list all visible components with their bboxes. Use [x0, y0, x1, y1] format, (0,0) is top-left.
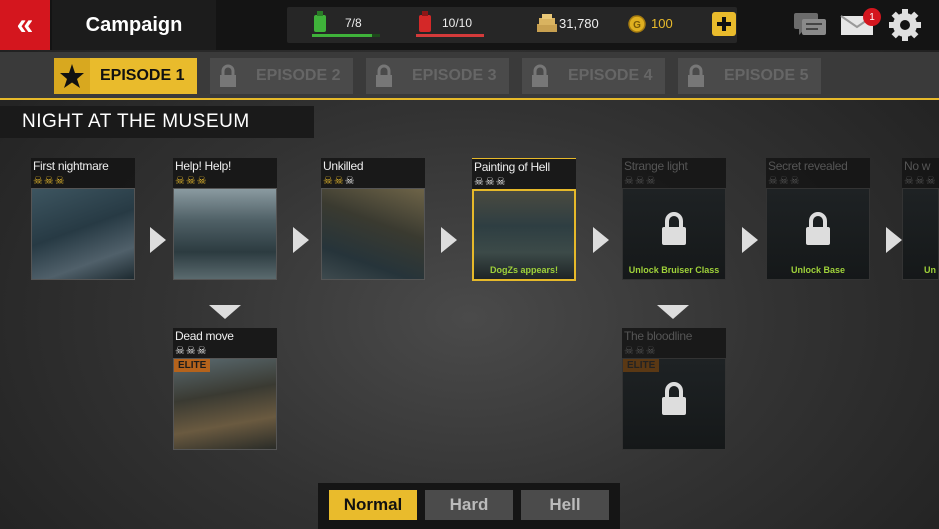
lock-icon: [662, 211, 686, 245]
path-arrow-right-icon: [441, 227, 457, 253]
skull-rating: ☠☠☠: [175, 345, 208, 357]
mission-thumbnail: [31, 188, 135, 280]
green-fuel-bar: [312, 34, 380, 37]
skull-rating: ☠☠☠: [323, 175, 356, 187]
cash-icon: [537, 14, 557, 32]
mission-card-help-help[interactable]: Help! Help! ☠☠☠: [173, 158, 277, 282]
mission-thumbnail: [321, 188, 425, 280]
red-fuel-count: 10/10: [442, 16, 473, 30]
path-arrow-right-icon: [742, 227, 758, 253]
lock-icon: [662, 381, 686, 415]
path-arrow-right-icon: [150, 227, 166, 253]
mail-badge: 1: [863, 8, 881, 26]
mission-card-dead-move[interactable]: Dead move ☠☠☠ ELITE: [173, 328, 277, 452]
gold-coin-icon: G: [628, 15, 646, 33]
mission-thumbnail: Un: [902, 188, 939, 280]
green-fuel-can-icon: [314, 11, 326, 32]
elite-badge: ELITE: [174, 359, 211, 372]
mission-card-the-bloodline[interactable]: The bloodline ☠☠☠ ELITE: [622, 328, 726, 452]
star-icon: [54, 58, 90, 94]
mission-card-secret-revealed[interactable]: Secret revealed ☠☠☠ Unlock Base: [766, 158, 870, 282]
tab-episode-2[interactable]: EPISODE 2: [210, 58, 353, 94]
lock-icon: [806, 211, 830, 245]
chapter-title: NIGHT AT THE MUSEUM: [0, 106, 314, 138]
lock-icon: [210, 58, 246, 94]
difficulty-normal-button[interactable]: Normal: [329, 490, 417, 520]
path-arrow-right-icon: [886, 227, 902, 253]
cash-amount: 31,780: [559, 16, 599, 31]
tab-episode-4[interactable]: EPISODE 4: [522, 58, 665, 94]
red-fuel-bar: [416, 34, 484, 37]
gear-icon[interactable]: [888, 8, 922, 42]
mission-thumbnail: Unlock Base: [766, 188, 870, 280]
chat-icon[interactable]: [793, 11, 827, 39]
mission-thumbnail: [173, 188, 277, 280]
mission-thumbnail: ELITE: [173, 358, 277, 450]
add-currency-button[interactable]: [712, 12, 736, 36]
mission-card-no-w[interactable]: No w ☠☠☠ Un: [902, 158, 939, 282]
skull-rating: ☠☠☠: [33, 175, 66, 187]
skull-rating: ☠☠☠: [768, 175, 801, 187]
lock-icon: [678, 58, 714, 94]
tab-episode-1[interactable]: EPISODE 1: [54, 58, 197, 94]
gold-amount: 100: [651, 16, 673, 31]
skull-rating: ☠☠☠: [474, 176, 507, 188]
tab-episode-5[interactable]: EPISODE 5: [678, 58, 821, 94]
svg-text:G: G: [633, 20, 641, 31]
mission-card-first-nightmare[interactable]: First nightmare ☠☠☠: [31, 158, 135, 282]
mission-reward-caption: DogZs appears!: [489, 265, 558, 275]
skull-rating: ☠☠☠: [904, 175, 937, 187]
lock-icon: [522, 58, 558, 94]
mission-card-painting-of-hell[interactable]: Painting of Hell ☠☠☠ DogZs appears!: [472, 158, 576, 282]
red-fuel-can-icon: [419, 11, 431, 32]
difficulty-hard-button[interactable]: Hard: [425, 490, 513, 520]
page-title: Campaign: [52, 0, 216, 50]
mission-card-unkilled[interactable]: Unkilled ☠☠☠: [321, 158, 425, 282]
difficulty-hell-button[interactable]: Hell: [521, 490, 609, 520]
mission-card-strange-light[interactable]: Strange light ☠☠☠ Unlock Bruiser Class: [622, 158, 726, 282]
mission-reward-caption: Un: [924, 265, 936, 275]
mission-reward-caption: Unlock Base: [790, 265, 846, 275]
path-arrow-down-icon: [209, 305, 241, 319]
back-button[interactable]: «: [0, 0, 50, 50]
lock-icon: [366, 58, 402, 94]
mission-thumbnail: DogZs appears!: [472, 189, 576, 281]
path-arrow-right-icon: [293, 227, 309, 253]
elite-badge: ELITE: [623, 359, 660, 372]
mission-thumbnail: Unlock Bruiser Class: [622, 188, 726, 280]
green-fuel-count: 7/8: [345, 16, 362, 30]
mission-reward-caption: Unlock Bruiser Class: [628, 265, 720, 275]
mission-thumbnail: ELITE: [622, 358, 726, 450]
tab-episode-3[interactable]: EPISODE 3: [366, 58, 509, 94]
plus-icon: [717, 17, 731, 31]
skull-rating: ☠☠☠: [624, 175, 657, 187]
path-arrow-down-icon: [657, 305, 689, 319]
skull-rating: ☠☠☠: [175, 175, 208, 187]
path-arrow-right-icon: [593, 227, 609, 253]
skull-rating: ☠☠☠: [624, 345, 657, 357]
double-chevron-left-icon: «: [16, 8, 34, 41]
